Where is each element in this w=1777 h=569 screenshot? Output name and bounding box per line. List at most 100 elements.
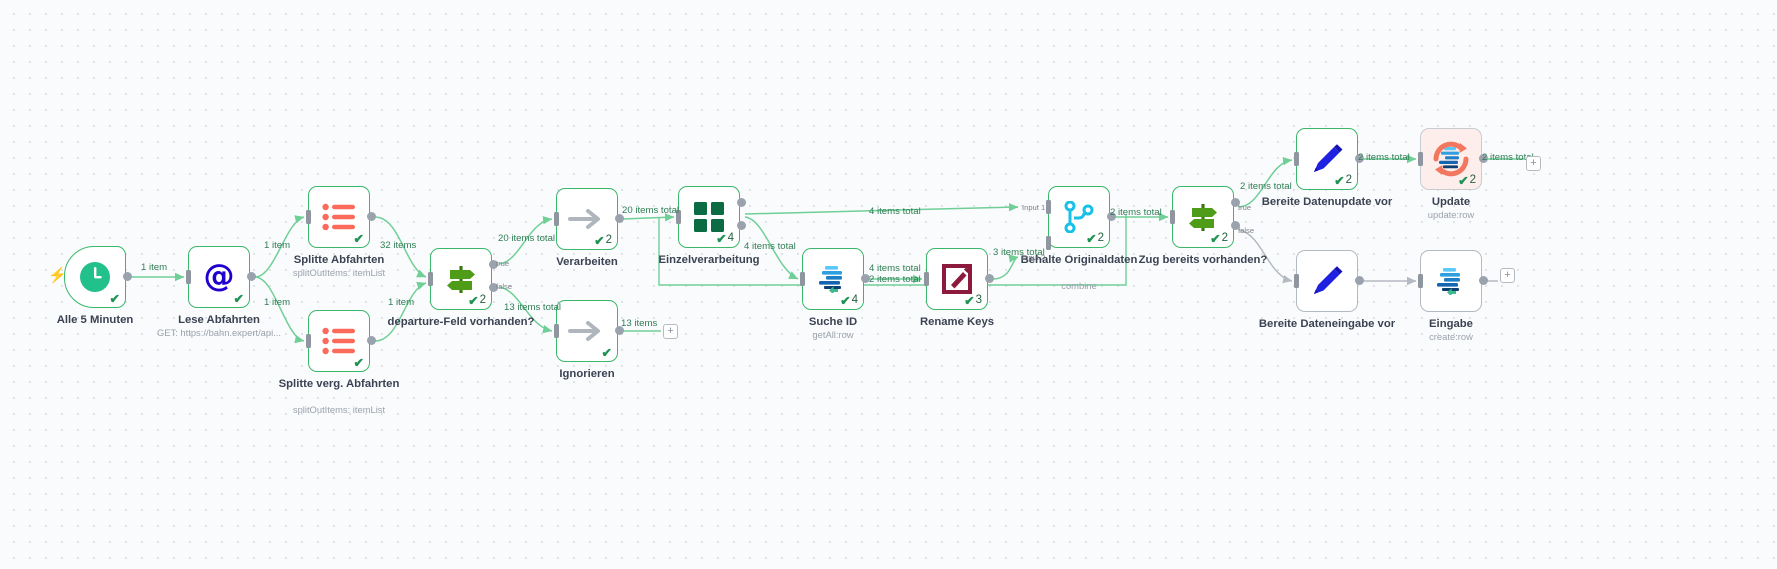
signpost-icon xyxy=(1183,197,1223,237)
node-run-count: 2 xyxy=(1221,232,1228,244)
node-input-port[interactable] xyxy=(1417,274,1423,288)
check-icon: ✔ xyxy=(353,231,364,246)
node-verarbeiten[interactable]: ✔ 2 xyxy=(556,188,618,250)
baserow-icon xyxy=(813,259,853,299)
node-label: Rename Keys xyxy=(919,316,995,328)
node-output-port[interactable] xyxy=(123,272,132,281)
node-input-port[interactable] xyxy=(1293,274,1299,288)
node-schedule[interactable]: ✔ xyxy=(64,246,126,308)
node-output-port[interactable] xyxy=(1355,276,1364,285)
node-success-check: ✔ 2 xyxy=(1210,232,1228,246)
merge-icon xyxy=(1059,197,1099,237)
node-input-port[interactable] xyxy=(305,210,311,224)
port-label: Input 2 xyxy=(1022,253,1046,262)
node-input-port[interactable] xyxy=(305,334,311,348)
add-node-button[interactable]: + xyxy=(1500,268,1515,283)
node-input-port[interactable] xyxy=(1169,210,1175,224)
edge-label: 13 items total xyxy=(504,302,562,313)
node-if2[interactable]: ✔ 2 xyxy=(1172,186,1234,248)
clock-icon xyxy=(75,257,115,297)
node-label: Zug bereits vorhanden? xyxy=(1138,254,1268,266)
node-output-port-true[interactable] xyxy=(737,198,746,207)
node-input-port[interactable] xyxy=(1045,200,1051,214)
node-label: Update xyxy=(1431,196,1471,208)
node-output-port-false[interactable] xyxy=(737,221,746,230)
baserow-icon xyxy=(1431,261,1471,301)
check-icon: ✔ xyxy=(1334,173,1345,188)
arrow-right-icon xyxy=(567,311,607,351)
check-icon: ✔ xyxy=(468,293,479,308)
node-prepupd[interactable]: ✔ 2 xyxy=(1296,128,1358,190)
add-node-button[interactable]: + xyxy=(1526,156,1541,171)
node-input-port[interactable] xyxy=(1293,152,1299,166)
edge-label: 2 items total xyxy=(1358,152,1410,163)
node-output-port[interactable] xyxy=(1479,276,1488,285)
node-run-count: 4 xyxy=(851,294,858,306)
node-input-port[interactable] xyxy=(553,324,559,338)
check-icon: ✔ xyxy=(353,355,364,370)
check-icon: ✔ xyxy=(1458,173,1469,188)
node-sucheid[interactable]: ✔ 4 xyxy=(802,248,864,310)
node-success-check: ✔ 2 xyxy=(594,233,612,248)
node-success-check: ✔ 4 xyxy=(716,231,734,246)
node-run-count: 2 xyxy=(1469,174,1476,186)
node-run-count: 3 xyxy=(975,294,982,306)
node-input-port-2[interactable] xyxy=(1045,236,1051,250)
check-icon: ✔ xyxy=(716,231,727,246)
node-subtitle: GET: https://bahn.expert/api... xyxy=(156,327,282,338)
node-success-check: ✔ 2 xyxy=(468,293,486,308)
node-label: Einzelverarbeitung xyxy=(658,254,760,266)
node-input-port[interactable] xyxy=(799,272,805,286)
node-label: Splitte Abfahrten xyxy=(293,254,385,266)
port-label: false xyxy=(1238,226,1255,235)
add-node-button[interactable]: + xyxy=(663,324,678,339)
node-eingabe[interactable] xyxy=(1420,250,1482,312)
node-prepins[interactable] xyxy=(1296,250,1358,312)
node-subtitle: splitOutItems: itemList xyxy=(292,404,386,415)
node-label: Lese Abfahrten xyxy=(178,314,260,326)
node-input-port[interactable] xyxy=(553,212,559,226)
signpost-icon xyxy=(441,259,481,299)
node-input-port[interactable] xyxy=(923,272,929,286)
node-output-port[interactable] xyxy=(367,336,376,345)
at-sign-icon: @ xyxy=(199,257,239,297)
port-label: Input 1 xyxy=(1022,203,1046,212)
pencil-icon xyxy=(1307,261,1347,301)
node-if1[interactable]: ✔ 2 xyxy=(430,248,492,310)
node-ignorieren[interactable]: ✔ xyxy=(556,300,618,362)
node-http[interactable]: @ ✔ xyxy=(188,246,250,308)
node-loop[interactable]: ✔ 4 xyxy=(678,186,740,248)
node-input-port[interactable] xyxy=(185,270,191,284)
node-run-count: 2 xyxy=(605,234,612,246)
node-success-check: ✔ xyxy=(353,231,364,246)
node-run-count: 2 xyxy=(479,294,486,306)
node-output-port[interactable] xyxy=(247,272,256,281)
port-label: true xyxy=(1238,203,1252,212)
node-update[interactable]: ✔ 2 xyxy=(1420,128,1482,190)
node-success-check: ✔ 2 xyxy=(1086,231,1104,246)
node-split2[interactable]: ✔ xyxy=(308,310,370,372)
node-success-check: ✔ 2 xyxy=(1334,173,1352,188)
node-input-port[interactable] xyxy=(1417,152,1423,166)
check-icon: ✔ xyxy=(109,291,120,306)
node-rename[interactable]: ✔ 3 xyxy=(926,248,988,310)
check-icon: ✔ xyxy=(964,293,975,308)
edge-label: 2 items total xyxy=(1110,207,1162,218)
check-icon: ✔ xyxy=(1086,231,1097,246)
svg-text:@: @ xyxy=(204,259,235,294)
check-icon: ✔ xyxy=(601,345,612,360)
node-split1[interactable]: ✔ xyxy=(308,186,370,248)
edge-label: 1 item xyxy=(388,297,415,308)
check-icon: ✔ xyxy=(840,293,851,308)
baserow-update-icon xyxy=(1431,139,1471,179)
node-output-port[interactable] xyxy=(367,212,376,221)
node-input-port[interactable] xyxy=(427,272,433,286)
list-icon xyxy=(319,197,359,237)
grid-squares-icon xyxy=(689,197,729,237)
node-subtitle: splitOutItems: itemList xyxy=(292,267,386,278)
edge-label: 20 items total xyxy=(622,205,680,216)
node-output-port[interactable] xyxy=(985,274,994,283)
node-merge[interactable]: ✔ 2 xyxy=(1048,186,1110,248)
node-label: Ignorieren xyxy=(559,368,615,380)
check-icon: ✔ xyxy=(594,233,605,248)
